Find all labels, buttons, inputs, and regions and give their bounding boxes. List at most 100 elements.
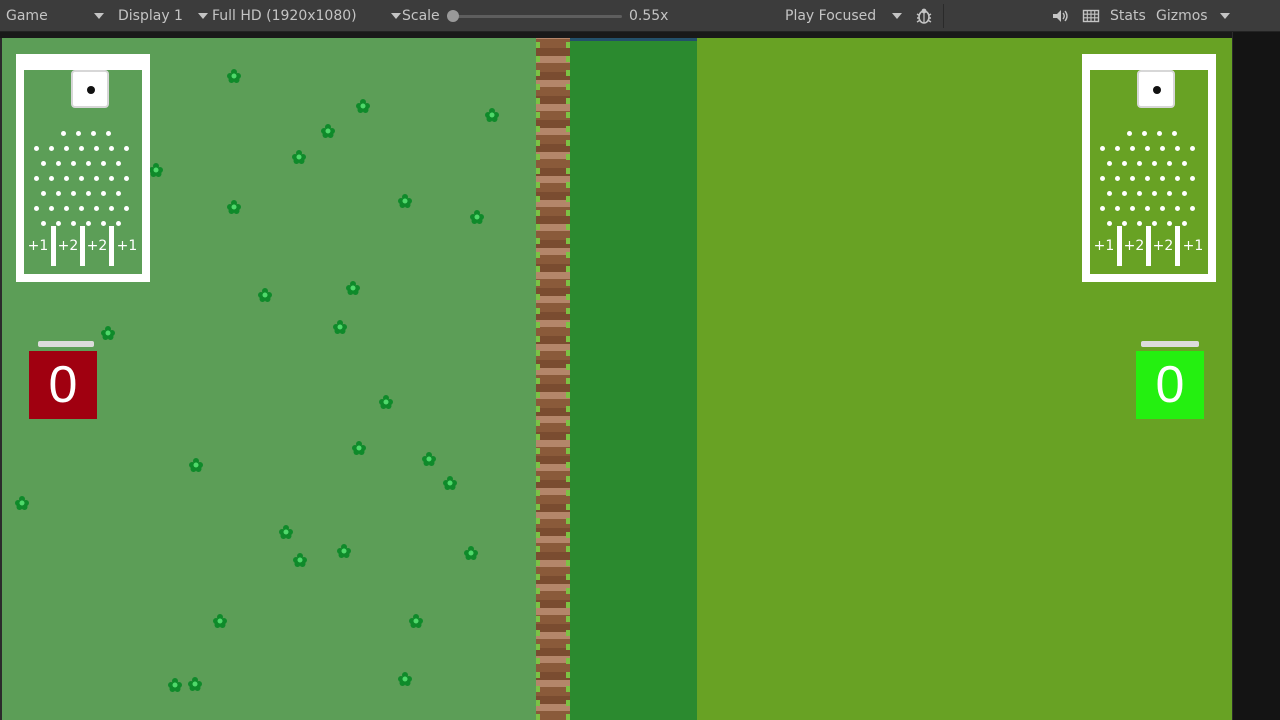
peg <box>1182 191 1187 196</box>
peg <box>1100 206 1105 211</box>
peg <box>1190 176 1195 181</box>
chevron-down-icon <box>197 13 208 19</box>
shrub-icon <box>321 124 335 138</box>
shrub-icon <box>443 476 457 490</box>
peg <box>86 191 91 196</box>
toolbar-divider <box>943 4 944 28</box>
shrub-icon <box>333 320 347 334</box>
peg <box>49 206 54 211</box>
left-plinko-board: +1 +2 +2 +1 <box>16 54 150 282</box>
peg <box>1175 206 1180 211</box>
scale-value: 0.55x <box>629 0 668 32</box>
scale-slider-thumb[interactable] <box>447 10 459 22</box>
peg <box>71 191 76 196</box>
shrub-icon <box>101 326 115 340</box>
display-dropdown[interactable]: Display 1 <box>118 0 208 32</box>
right-slot-label: +2 <box>1123 238 1145 254</box>
shrub-icon <box>485 108 499 122</box>
chevron-down-icon <box>390 13 401 19</box>
left-slot-label: +1 <box>27 238 49 254</box>
peg <box>1100 146 1105 151</box>
gizmos-dropdown[interactable]: Gizmos <box>1156 0 1230 32</box>
peg <box>116 191 121 196</box>
bug-icon[interactable] <box>914 6 934 26</box>
peg <box>1152 161 1157 166</box>
peg <box>1137 161 1142 166</box>
peg <box>1107 221 1112 226</box>
left-dice-icon <box>71 70 109 108</box>
shrub-icon <box>292 150 306 164</box>
peg <box>49 176 54 181</box>
right-score-cap <box>1141 341 1199 347</box>
right-plinko-field: +1 +2 +2 +1 <box>1090 70 1208 274</box>
shrub-icon <box>470 210 484 224</box>
peg <box>41 191 46 196</box>
peg <box>124 146 129 151</box>
scale-label: Scale <box>402 0 440 32</box>
peg <box>64 146 69 151</box>
peg <box>64 176 69 181</box>
shrub-icon <box>356 99 370 113</box>
shrub-icon <box>346 281 360 295</box>
play-mode-dropdown[interactable]: Play Focused <box>785 0 903 32</box>
shrub-icon <box>293 553 307 567</box>
shrub-icon <box>227 200 241 214</box>
peg <box>1115 146 1120 151</box>
peg <box>101 191 106 196</box>
peg <box>1107 161 1112 166</box>
resolution-dropdown-label: Full HD (1920x1080) <box>212 8 357 24</box>
peg <box>1145 176 1150 181</box>
peg <box>1122 191 1127 196</box>
peg <box>56 221 61 226</box>
scale-slider-track[interactable] <box>452 15 622 18</box>
stats-button[interactable]: Stats <box>1110 0 1146 32</box>
peg <box>1145 206 1150 211</box>
center-lane <box>570 38 697 720</box>
peg <box>1175 146 1180 151</box>
peg <box>79 176 84 181</box>
right-score-display: 0 <box>1136 351 1204 419</box>
peg <box>34 146 39 151</box>
game-viewport[interactable]: +1 +2 +2 +1 +1 +2 +2 +1 0 0 <box>0 38 1232 720</box>
peg <box>1152 191 1157 196</box>
slot-divider <box>109 226 114 266</box>
scale-label-text: Scale <box>402 8 440 24</box>
left-slot-label: +1 <box>116 238 138 254</box>
left-score-cap <box>38 341 94 347</box>
shrub-icon <box>337 544 351 558</box>
shrub-icon <box>168 678 182 692</box>
peg <box>1167 221 1172 226</box>
peg <box>1160 146 1165 151</box>
peg <box>1137 191 1142 196</box>
peg <box>1190 206 1195 211</box>
peg <box>1130 206 1135 211</box>
resolution-dropdown[interactable]: Full HD (1920x1080) <box>212 0 401 32</box>
play-mode-dropdown-label: Play Focused <box>785 8 877 24</box>
peg <box>1167 161 1172 166</box>
peg <box>41 161 46 166</box>
game-view-dropdown[interactable]: Game <box>6 0 104 32</box>
peg <box>71 221 76 226</box>
peg <box>94 146 99 151</box>
peg <box>116 221 121 226</box>
peg <box>41 221 46 226</box>
peg <box>79 206 84 211</box>
peg <box>49 146 54 151</box>
grid-icon[interactable] <box>1081 6 1101 26</box>
right-plinko-board: +1 +2 +2 +1 <box>1082 54 1216 282</box>
speaker-icon[interactable] <box>1050 6 1070 26</box>
peg <box>109 176 114 181</box>
peg <box>1122 221 1127 226</box>
peg <box>1175 176 1180 181</box>
peg <box>94 206 99 211</box>
chevron-down-icon <box>1219 13 1230 19</box>
peg <box>101 161 106 166</box>
right-slot-label: +2 <box>1152 238 1174 254</box>
peg <box>56 161 61 166</box>
peg <box>61 131 66 136</box>
left-plinko-field: +1 +2 +2 +1 <box>24 70 142 274</box>
peg <box>124 206 129 211</box>
scale-value-text: 0.55x <box>629 8 669 24</box>
peg <box>1100 176 1105 181</box>
peg <box>1142 131 1147 136</box>
